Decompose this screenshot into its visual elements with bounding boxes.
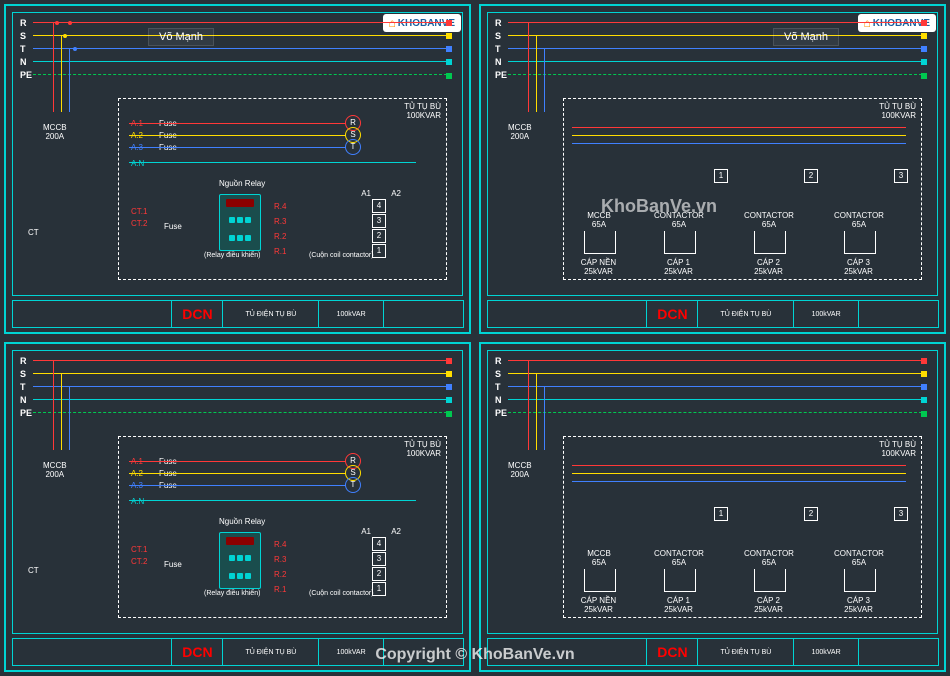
step-2: 2 <box>372 229 386 243</box>
step-box-3: 3 <box>894 169 908 183</box>
step-4: 4 <box>372 199 386 213</box>
copyright: Copyright © KhoBanVe.vn <box>375 646 574 664</box>
drawing-panel-2: ⌂KHOBANVE R S T N PE Võ Mạnh MCCB200A TỦ… <box>479 4 946 334</box>
coil-caption: (Cuộn coil contactor) <box>309 252 374 259</box>
drawing-panel-1: ⌂KHOBANVE R S T N PE Võ Mạnh MCCB200A CT <box>4 4 471 334</box>
mccb-branch: MCCB65A <box>579 211 619 229</box>
drawing-inner: R S T N PE Võ Mạnh MCCB200A TỦ TỤ BÙ100K… <box>487 12 938 296</box>
step-box-2: 2 <box>804 169 818 183</box>
a1-label: A1 <box>361 189 371 198</box>
phase-t: T <box>345 139 361 155</box>
bus-label-s: S <box>20 31 26 41</box>
cabinet-box: TỦ TỤ BÙ100KVAR Fuse Fuse Fuse A.1 A.2 A… <box>118 98 447 280</box>
fuse-label-4: Fuse <box>164 222 182 231</box>
cap-label-0: CÁP NỀN25kVAR <box>576 258 621 276</box>
step-1: 1 <box>372 244 386 258</box>
drawing-inner: R S T N PE MCCB200A CT TỦ TỤ BÙ100KVAR F… <box>12 350 463 634</box>
tag-an: A.N <box>131 159 144 168</box>
ct-tag-1: CT.1 <box>131 207 147 216</box>
mccb-main: MCCB200A <box>43 123 67 141</box>
a2-label: A2 <box>391 189 401 198</box>
title-block: DCN TỦ ĐIỆN TỤ BÙ 100kVAR <box>12 300 463 328</box>
title-block: DCN TỦ ĐIỆN TỤ BÙ 100kVAR <box>487 300 938 328</box>
bus-label-pe: PE <box>20 70 32 80</box>
drawing-inner: R S T N PE Võ Mạnh MCCB200A CT TỦ TỤ BÙ1… <box>12 12 463 296</box>
cap-2 <box>754 231 786 254</box>
bus-n <box>33 61 452 62</box>
r1: R.1 <box>274 247 286 256</box>
step-box-1: 1 <box>714 169 728 183</box>
relay-source: Nguồn Relay <box>219 179 265 188</box>
author-stamp: Võ Mạnh <box>148 28 214 46</box>
bus-label-t: T <box>20 44 26 54</box>
bus-s <box>33 35 452 36</box>
company-logo: DCN <box>171 300 223 328</box>
mccb-main: MCCB200A <box>508 123 532 141</box>
ct-label: CT <box>28 228 39 237</box>
contactor-2: CONTACTOR65A <box>744 211 794 229</box>
cap-0 <box>584 231 616 254</box>
step-3: 3 <box>372 214 386 228</box>
ct-tag-2: CT.2 <box>131 219 147 228</box>
bus-label-n: N <box>20 57 27 67</box>
bus-t <box>33 48 452 49</box>
cap-label-2: CÁP 225kVAR <box>746 258 791 276</box>
bus-r <box>33 22 452 23</box>
bus-area: R S T N PE Võ Mạnh <box>493 18 932 88</box>
r2: R.2 <box>274 232 286 241</box>
relay-caption: (Relay điều khiển) <box>204 252 260 259</box>
cap-label-3: CÁP 325kVAR <box>836 258 881 276</box>
bus-label-r: R <box>20 18 27 28</box>
drawing-panel-4: R S T N PE MCCB200A TỦ TỤ BÙ100KVAR MCC <box>479 342 946 672</box>
cap-1 <box>664 231 696 254</box>
drawing-panel-3: R S T N PE MCCB200A CT TỦ TỤ BÙ100KVAR F… <box>4 342 471 672</box>
cap-label-1: CÁP 125kVAR <box>656 258 701 276</box>
cap-3 <box>844 231 876 254</box>
author-stamp: Võ Mạnh <box>773 28 839 46</box>
cabinet-label: TỦ TỤ BÙ100KVAR <box>404 102 441 120</box>
bus-area: R S T N PE Võ Mạnh <box>18 18 457 88</box>
r3: R.3 <box>274 217 286 226</box>
contactor-1: CONTACTOR65A <box>654 211 704 229</box>
cabinet-box: TỦ TỤ BÙ100KVAR MCCB65A CONTACTOR65A CON… <box>563 98 922 280</box>
contactor-3: CONTACTOR65A <box>834 211 884 229</box>
bus-pe <box>33 74 452 76</box>
relay-controller <box>219 194 261 251</box>
r4: R.4 <box>274 202 286 211</box>
